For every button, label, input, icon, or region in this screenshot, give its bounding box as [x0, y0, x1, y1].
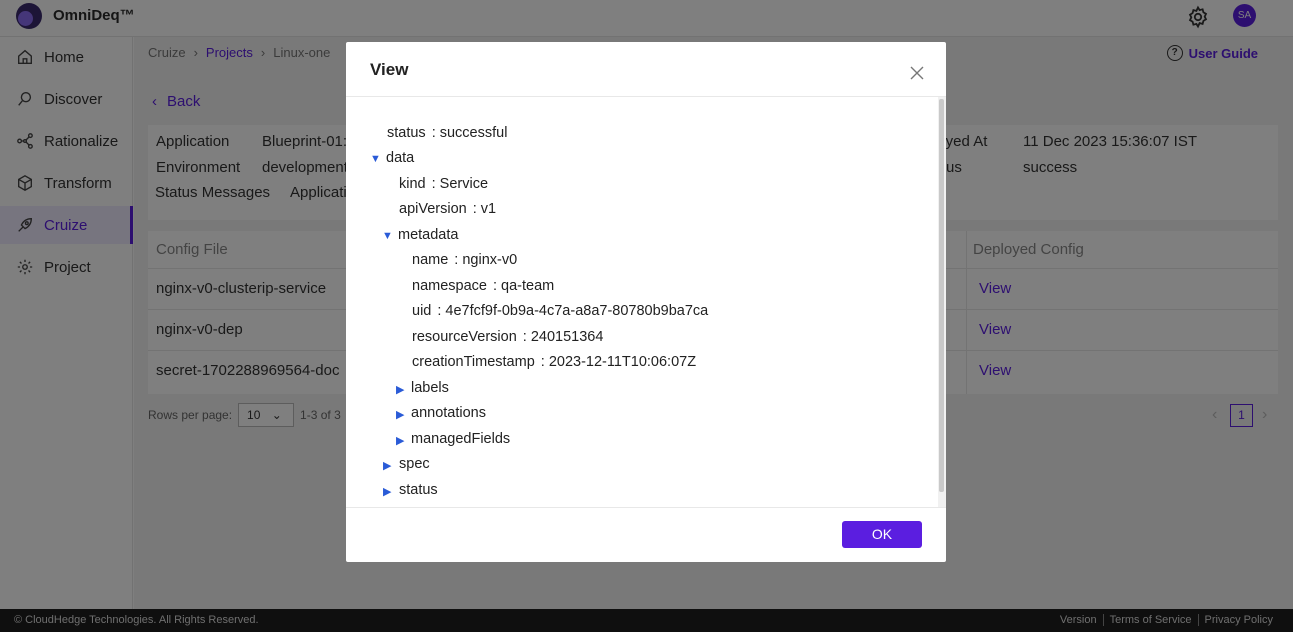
tree-node-uid: uid : 4e7fcf9f-0b9a-4c7a-a8a7-80780b9ba7c…: [412, 303, 708, 319]
collapsed-triangle-icon[interactable]: ▶: [383, 485, 391, 498]
tree-value: : 4e7fcf9f-0b9a-4c7a-a8a7-80780b9ba7ca: [437, 303, 709, 319]
tree-key: data: [386, 150, 415, 166]
close-icon[interactable]: [909, 65, 925, 81]
modal-footer-divider: [346, 507, 946, 508]
tree-value: : v1: [472, 201, 497, 217]
tree-key: kind: [399, 176, 426, 192]
modal-title: View: [370, 60, 409, 79]
tree-key: metadata: [398, 227, 459, 243]
tree-node-managedfields[interactable]: managedFields: [411, 431, 510, 447]
json-tree-viewer: status: successful ▼ data kind: Service …: [346, 97, 946, 508]
view-modal: View status : successful ▼ data kind : Ser…: [346, 42, 946, 562]
tree-key: managedFields: [411, 431, 511, 447]
tree-node-creationtimestamp: creationTimestamp : 2023-12-11T10:06:07Z: [412, 354, 696, 370]
tree-key: uid: [412, 303, 432, 319]
tree-key: apiVersion: [399, 201, 467, 217]
tree-node-apiversion: apiVersion : v1: [399, 201, 496, 217]
tree-node-name: name : nginx-v0: [412, 252, 517, 268]
collapsed-triangle-icon[interactable]: ▶: [383, 459, 391, 472]
tree-key: annotations: [411, 405, 486, 421]
tree-value: : successful: [431, 125, 508, 141]
tree-key: labels: [411, 380, 449, 396]
tree-node-status: status : successful: [387, 125, 507, 141]
tree-node-status-object[interactable]: status: [399, 482, 438, 498]
tree-node-annotations[interactable]: annotations: [411, 405, 486, 421]
collapsed-triangle-icon[interactable]: ▶: [396, 383, 404, 396]
tree-key: name: [412, 252, 449, 268]
tree-key: namespace: [412, 278, 487, 294]
tree-value: : 240151364: [522, 329, 604, 345]
tree-node-data[interactable]: data: [386, 150, 414, 166]
tree-key: creationTimestamp: [412, 354, 535, 370]
tree-key: spec: [399, 456, 430, 472]
tree-node-metadata[interactable]: metadata: [398, 227, 458, 243]
tree-key: status: [399, 482, 438, 498]
tree-key: resourceVersion: [412, 329, 517, 345]
tree-value: : 2023-12-11T10:06:07Z: [540, 354, 697, 370]
collapsed-triangle-icon[interactable]: ▶: [396, 434, 404, 447]
tree-key: status: [387, 125, 426, 141]
collapsed-triangle-icon[interactable]: ▶: [396, 408, 404, 421]
modal-scrollbar-thumb[interactable]: [939, 99, 944, 492]
tree-node-labels[interactable]: labels: [411, 380, 449, 396]
tree-node-spec[interactable]: spec: [399, 456, 430, 472]
expanded-triangle-icon[interactable]: ▼: [370, 153, 381, 165]
tree-value: : nginx-v0: [454, 252, 518, 268]
tree-value: : qa-team: [492, 278, 555, 294]
expanded-triangle-icon[interactable]: ▼: [382, 230, 393, 242]
tree-node-namespace: namespace : qa-team: [412, 278, 554, 294]
tree-value: : Service: [431, 176, 489, 192]
tree-node-kind: kind : Service: [399, 176, 488, 192]
tree-node-resourceversion: resourceVersion : 240151364: [412, 329, 603, 345]
ok-button[interactable]: OK: [842, 521, 922, 548]
